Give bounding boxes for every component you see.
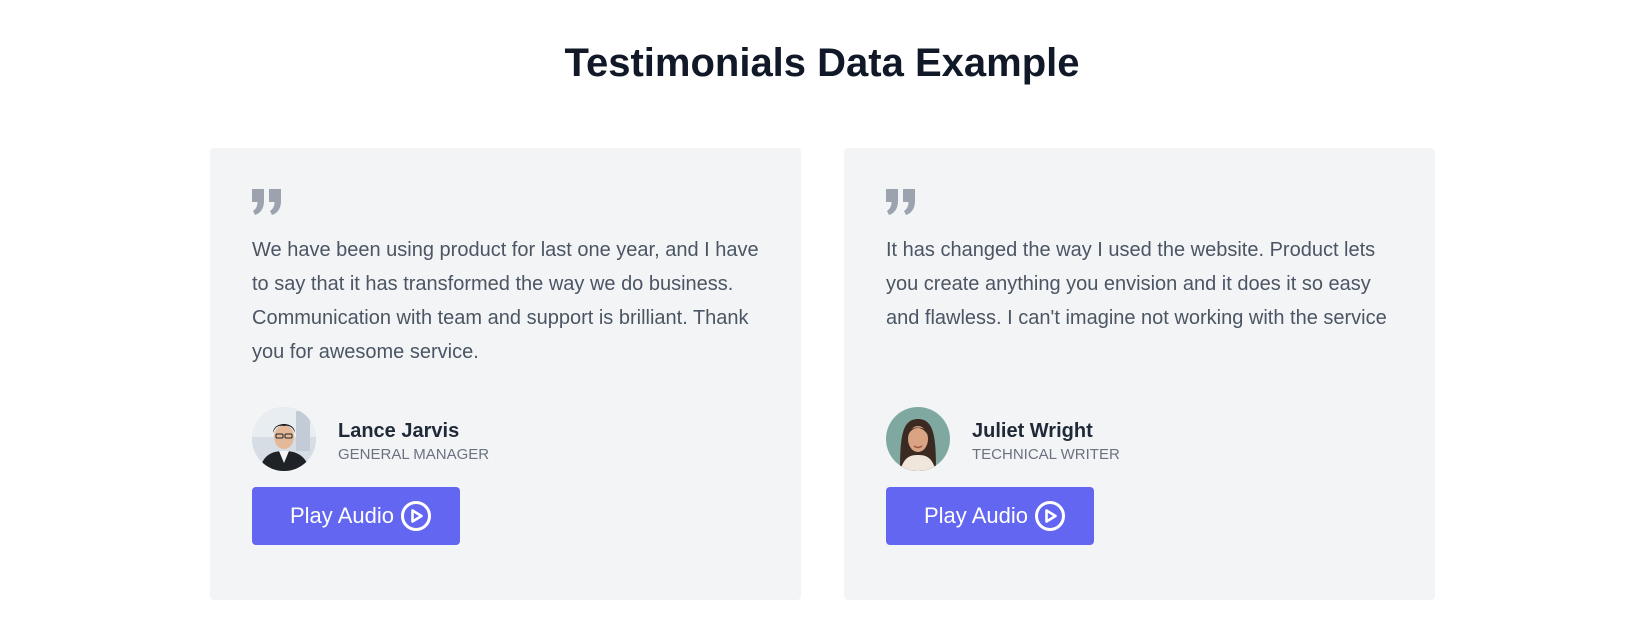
author: Lance Jarvis General Manager [252,407,759,471]
testimonials-list: We have been using product for last one … [210,148,1435,600]
play-audio-label: Play Audio [290,503,394,528]
testimonial-text: It has changed the way I used the websit… [886,239,1387,329]
play-audio-button[interactable]: Play Audio [252,487,460,545]
play-audio-button[interactable]: Play Audio [886,487,1094,545]
author: Juliet Wright Technical Writer [886,407,1393,471]
author-info: Juliet Wright Technical Writer [972,413,1120,465]
quote-icon [886,189,915,215]
author-name: Juliet Wright [972,420,1093,442]
quote-icon [252,189,281,215]
play-circle-icon [1034,501,1065,531]
avatar [886,407,950,471]
avatar [252,407,316,471]
testimonials-page: Testimonials Data Example We have been u… [0,0,1644,641]
page-title: Testimonials Data Example [564,41,1080,85]
avatar-photo-man [252,407,316,471]
testimonial-card: We have been using product for last one … [210,148,801,600]
author-info: Lance Jarvis General Manager [338,413,489,465]
author-name: Lance Jarvis [338,420,460,442]
author-role: General Manager [338,446,490,463]
testimonial-text: We have been using product for last one … [252,239,759,363]
testimonial-card: It has changed the way I used the websit… [844,148,1435,600]
avatar-photo-woman [886,407,950,471]
author-role: Technical Writer [972,446,1120,463]
play-circle-icon [400,501,431,531]
play-audio-label: Play Audio [924,503,1028,528]
